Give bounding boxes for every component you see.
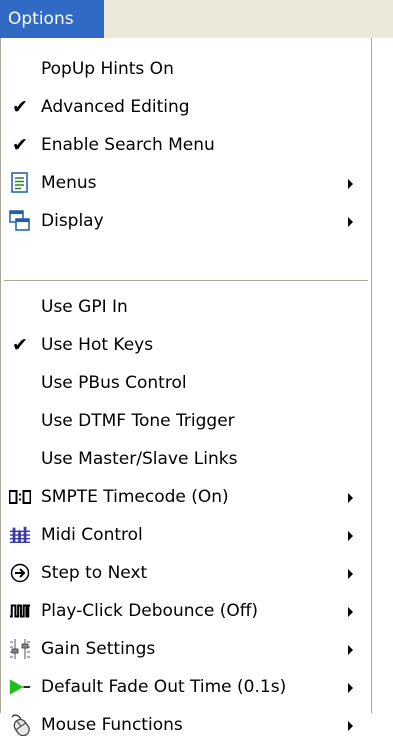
submenu-arrow-icon [348, 493, 353, 503]
menu-item-step-to-next[interactable]: Step to Next [1, 554, 371, 592]
menu-item-label: Display [41, 211, 104, 231]
menu-item-use-pbus-control[interactable]: Use PBus Control [1, 364, 371, 402]
menu-item-default-fade-out-time[interactable]: Default Fade Out Time (0.1s) [1, 668, 371, 706]
menu-item-mouse-functions[interactable]: Mouse Functions [1, 706, 371, 744]
menu-item-label: Gain Settings [41, 639, 156, 659]
menu-item-menus[interactable]: Menus [1, 164, 371, 202]
submenu-arrow-icon [348, 683, 353, 693]
menu-item-popup-hints[interactable]: PopUp Hints On [1, 50, 371, 88]
menu-item-gain-settings[interactable]: Gain Settings [1, 630, 371, 668]
submenu-arrow-icon [348, 217, 353, 227]
document-list-icon [9, 172, 31, 193]
mouse-icon [9, 714, 31, 736]
menu-item-play-click-debounce[interactable]: Play-Click Debounce (Off) [1, 592, 371, 630]
menu-item-label: Use Hot Keys [41, 335, 154, 355]
options-dropdown-menu: PopUp Hints On ✔ Advanced Editing ✔ Enab… [0, 38, 372, 736]
menu-item-label: Step to Next [41, 563, 148, 583]
menu-item-label: SMPTE Timecode (On) [41, 487, 229, 507]
menu-separator [4, 280, 368, 284]
menu-item-label: Advanced Editing [41, 97, 190, 117]
fade-ramp-icon [9, 677, 31, 697]
submenu-arrow-icon [348, 179, 353, 189]
menu-item-label: Use GPI In [41, 297, 128, 317]
menu-item-label: Play-Click Debounce (Off) [41, 601, 259, 621]
pulse-wave-icon [9, 601, 31, 621]
checkmark-icon: ✔ [12, 96, 28, 118]
menu-item-use-hot-keys[interactable]: ✔ Use Hot Keys [1, 326, 371, 364]
menu-item-advanced-editing[interactable]: ✔ Advanced Editing [1, 88, 371, 126]
midi-keyboard-icon [9, 525, 31, 545]
fader-icon [9, 639, 31, 659]
menu-item-label: Default Fade Out Time (0.1s) [41, 677, 287, 697]
menu-item-use-dtmf-tone-trigger[interactable]: Use DTMF Tone Trigger [1, 402, 371, 440]
submenu-arrow-icon [348, 607, 353, 617]
submenu-arrow-icon [348, 531, 353, 541]
submenu-arrow-icon [348, 721, 353, 731]
menu-item-label: Midi Control [41, 525, 143, 545]
menu-item-label: Mouse Functions [41, 715, 183, 735]
background-gutter [372, 38, 393, 713]
menu-item-label: Use Master/Slave Links [41, 449, 238, 469]
menu-item-label: Menus [41, 173, 97, 193]
menu-bar: Options [0, 0, 393, 39]
menu-item-label: Use DTMF Tone Trigger [41, 411, 235, 431]
menu-item-label: PopUp Hints On [41, 59, 174, 79]
menu-item-label: Use PBus Control [41, 373, 187, 393]
menu-item-use-master-slave-links[interactable]: Use Master/Slave Links [1, 440, 371, 478]
menu-item-display[interactable]: Display [1, 202, 371, 240]
submenu-arrow-icon [348, 569, 353, 579]
timecode-icon [9, 487, 31, 507]
menu-item-label: Enable Search Menu [41, 135, 215, 155]
checkmark-icon: ✔ [12, 334, 28, 356]
submenu-arrow-icon [348, 645, 353, 655]
checkmark-icon: ✔ [12, 134, 28, 156]
menu-title-options[interactable]: Options [0, 0, 104, 38]
menu-item-enable-search-menu[interactable]: ✔ Enable Search Menu [1, 126, 371, 164]
menu-item-use-gpi-in[interactable]: Use GPI In [1, 288, 371, 326]
step-next-icon [9, 563, 31, 583]
menu-item-midi-control[interactable]: Midi Control [1, 516, 371, 554]
menu-item-smpte-timecode[interactable]: SMPTE Timecode (On) [1, 478, 371, 516]
windows-icon [9, 210, 31, 231]
